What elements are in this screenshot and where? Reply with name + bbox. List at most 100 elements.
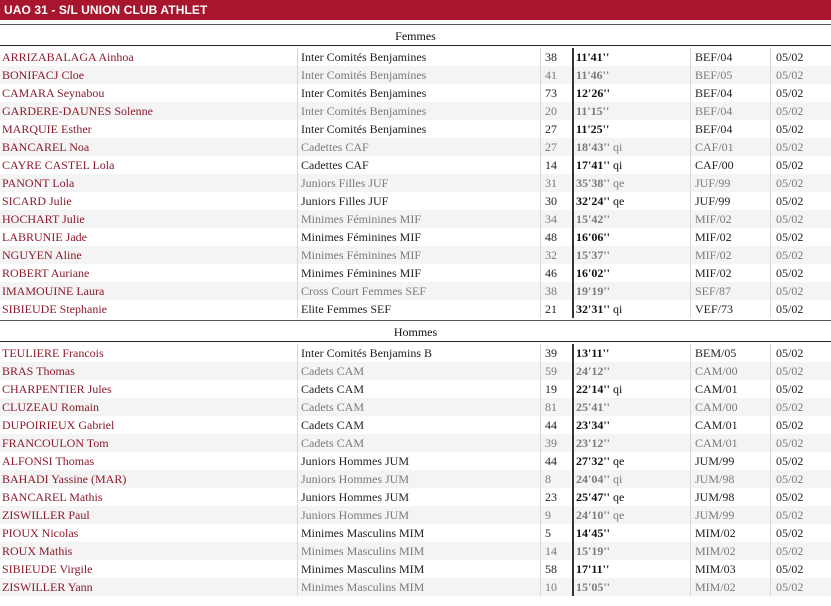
time-value: 18'43'' — [576, 140, 611, 154]
athlete-name-link[interactable]: CHARPENTIER Jules — [2, 380, 297, 398]
column-divider — [770, 398, 771, 416]
race-time: 16'02'' — [576, 264, 686, 282]
column-divider — [540, 300, 541, 318]
athlete-name-link[interactable]: LABRUNIE Jade — [2, 228, 297, 246]
placement: 8 — [545, 472, 551, 486]
athlete-name-link[interactable]: BONIFACJ Cloe — [2, 66, 297, 84]
athlete-name-link[interactable]: GARDERE-DAUNES Solenne — [2, 102, 297, 120]
column-divider — [297, 84, 298, 102]
category-code: JUM/98 — [695, 472, 735, 486]
race-category: Juniors Hommes JUM — [301, 472, 410, 486]
athlete-name-link[interactable]: HOCHART Julie — [2, 210, 297, 228]
column-divider — [540, 192, 541, 210]
athlete-name-link[interactable]: MARQUIE Esther — [2, 120, 297, 138]
athlete-name-link[interactable]: NGUYEN Aline — [2, 246, 297, 264]
column-divider — [540, 524, 541, 542]
athlete-name-link[interactable]: BRAS Thomas — [2, 362, 297, 380]
time-value: 27'32'' — [576, 454, 611, 468]
athlete-name-link[interactable]: CLUZEAU Romain — [2, 398, 297, 416]
athlete-name-link[interactable]: ZISWILLER Yann — [2, 578, 297, 596]
race-category: Minimes Féminines MIF — [301, 248, 422, 262]
race-time: 32'31'' qi — [576, 300, 686, 318]
table-row: CAMARA Seynabou Inter Comités Benjamines 7… — [0, 84, 831, 102]
race-date: 05/02 — [776, 580, 804, 594]
athlete-name-link[interactable]: PIOUX Nicolas — [2, 524, 297, 542]
athlete-name-link[interactable]: FRANCOULON Tom — [2, 434, 297, 452]
athlete-name-link[interactable]: ZISWILLER Paul — [2, 506, 297, 524]
category-code: CAF/00 — [695, 158, 734, 172]
club-header: UAO 31 - S/L UNION CLUB ATHLET — [0, 0, 831, 20]
athlete-name-link[interactable]: ROBERT Auriane — [2, 264, 297, 282]
athlete-name-link[interactable]: IMAMOUINE Laura — [2, 282, 297, 300]
table-row: PANONT Lola Juniors Filles JUF 31 35'38'' q… — [0, 174, 831, 192]
time-value: 12'26'' — [576, 86, 611, 100]
placement: 27 — [545, 122, 557, 136]
column-divider — [690, 488, 691, 506]
time-value: 32'24'' — [576, 194, 611, 208]
category-code: JUF/99 — [695, 194, 731, 208]
athlete-name-link[interactable]: ROUX Mathis — [2, 542, 297, 560]
athlete-name-link[interactable]: SICARD Julie — [2, 192, 297, 210]
qualification-flag: qe — [613, 176, 625, 190]
race-date: 05/02 — [776, 472, 804, 486]
athlete-name-link[interactable]: BANCAREL Noa — [2, 138, 297, 156]
column-divider — [540, 398, 541, 416]
athlete-name-link[interactable]: SIBIEUDE Stephanie — [2, 300, 297, 318]
race-date: 05/02 — [776, 346, 804, 360]
race-date: 05/02 — [776, 526, 804, 540]
race-date: 05/02 — [776, 140, 804, 154]
race-category: Cross Court Femmes SEF — [301, 284, 427, 298]
placement: 5 — [545, 526, 551, 540]
category-code: JUM/99 — [695, 454, 735, 468]
race-time: 11'41'' — [576, 48, 686, 66]
race-time: 12'26'' — [576, 84, 686, 102]
race-time: 11'15'' — [576, 102, 686, 120]
qualification-flag: qi — [613, 472, 623, 486]
athlete-name-link[interactable]: DUPOIRIEUX Gabriel — [2, 416, 297, 434]
column-divider — [690, 542, 691, 560]
placement: 38 — [545, 50, 557, 64]
placement: 39 — [545, 346, 557, 360]
column-divider — [297, 138, 298, 156]
table-row: BONIFACJ Cloe Inter Comités Benjamines 41 1… — [0, 66, 831, 84]
category-code: CAM/00 — [695, 364, 738, 378]
athlete-name-link[interactable]: CAMARA Seynabou — [2, 84, 297, 102]
qualification-flag: qi — [613, 158, 623, 172]
column-divider — [297, 264, 298, 282]
category-code: CAM/01 — [695, 382, 738, 396]
race-category: Inter Comités Benjamines — [301, 86, 427, 100]
athlete-name-link[interactable]: ALFONSI Thomas — [2, 452, 297, 470]
column-divider — [540, 84, 541, 102]
column-divider — [770, 300, 771, 318]
race-category: Inter Comités Benjamines — [301, 122, 427, 136]
section-title-femmes: Femmes — [0, 24, 831, 46]
athlete-name-link[interactable]: BAHADI Yassine (MAR) — [2, 470, 297, 488]
column-divider — [540, 362, 541, 380]
athlete-name-link[interactable]: TEULIERE Francois — [2, 344, 297, 362]
column-divider — [770, 264, 771, 282]
athlete-name-link[interactable]: SIBIEUDE Virgile — [2, 560, 297, 578]
race-time: 24'10'' qe — [576, 506, 686, 524]
table-row: ROUX Mathis Minimes Masculins MIM 14 15'19'… — [0, 542, 831, 560]
athlete-name-link[interactable]: BANCAREL Mathis — [2, 488, 297, 506]
column-divider — [297, 192, 298, 210]
race-category: Cadets CAM — [301, 364, 364, 378]
race-date: 05/02 — [776, 212, 804, 226]
athlete-name-link[interactable]: CAYRE CASTEL Lola — [2, 156, 297, 174]
column-divider — [690, 506, 691, 524]
athlete-name-link[interactable]: PANONT Lola — [2, 174, 297, 192]
table-row: DUPOIRIEUX Gabriel Cadets CAM 44 23'34'' CA… — [0, 416, 831, 434]
column-divider — [770, 228, 771, 246]
placement: 20 — [545, 104, 557, 118]
table-row: NGUYEN Aline Minimes Féminines MIF 32 15'37… — [0, 246, 831, 264]
race-time: 13'11'' — [576, 344, 686, 362]
athlete-name-link[interactable]: ARRIZABALAGA Ainhoa — [2, 48, 297, 66]
table-row: ROBERT Auriane Minimes Féminines MIF 46 16'… — [0, 264, 831, 282]
column-divider — [540, 120, 541, 138]
column-divider — [297, 362, 298, 380]
column-divider — [770, 416, 771, 434]
placement: 32 — [545, 248, 557, 262]
placement: 81 — [545, 400, 557, 414]
time-value: 15'05'' — [576, 580, 611, 594]
column-divider — [540, 246, 541, 264]
